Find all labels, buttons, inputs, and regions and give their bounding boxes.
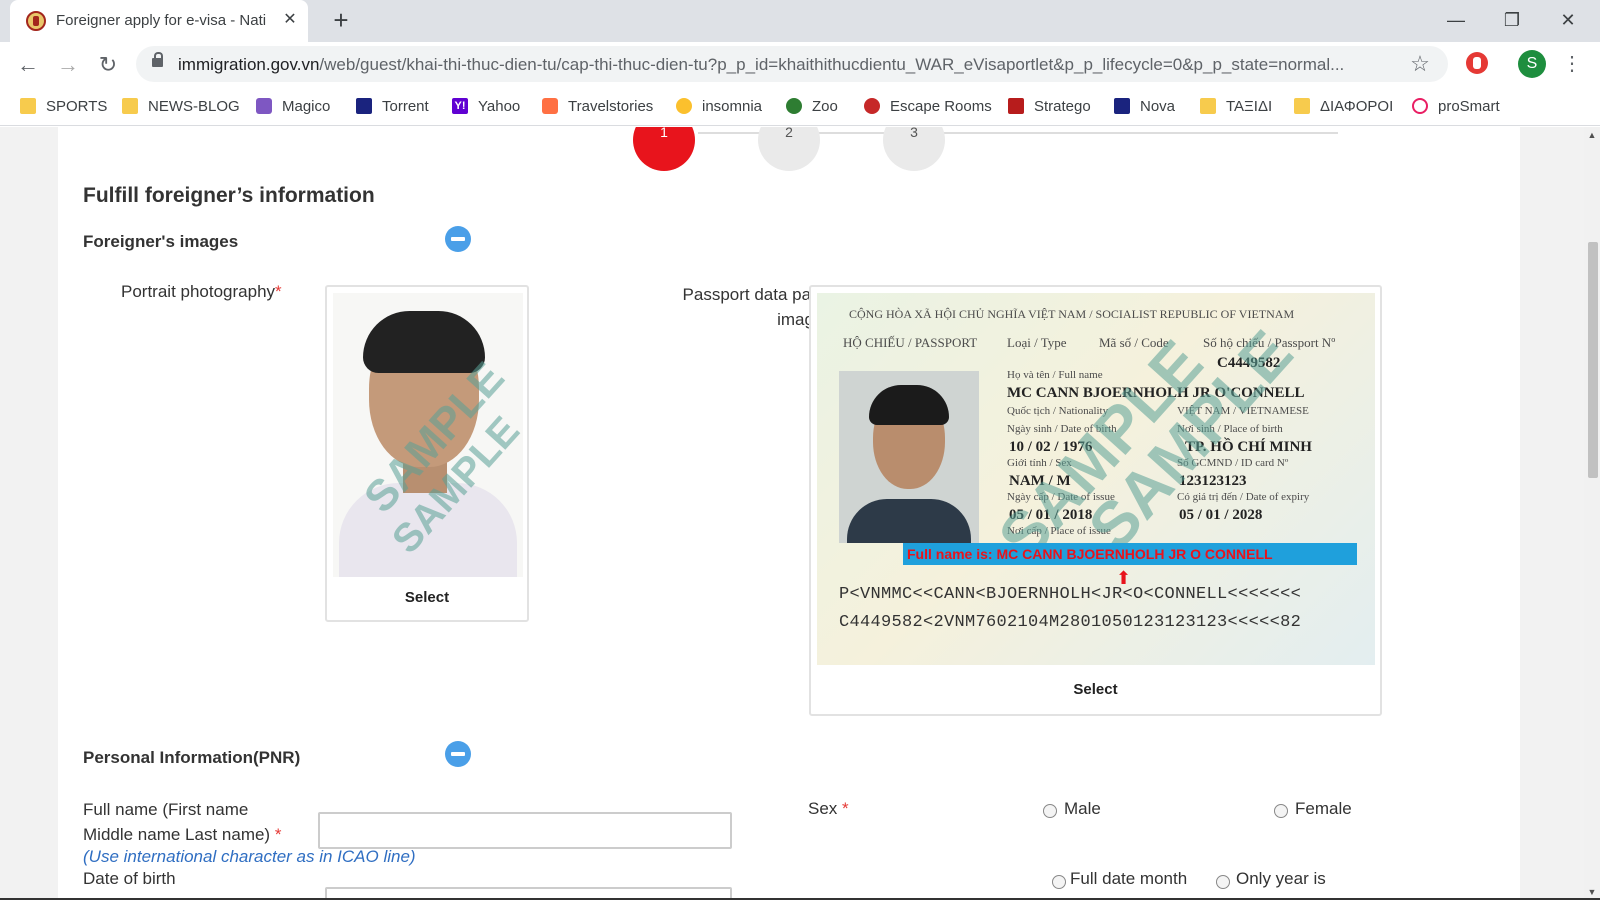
address-bar[interactable]: immigration.gov.vn/web/guest/khai-thi-th… — [136, 46, 1448, 82]
only-year-label: Only year is — [1236, 869, 1326, 888]
tab-title: Foreigner apply for e-visa - Nati — [56, 12, 267, 29]
bookmark-prosmart[interactable]: proSmart — [1412, 95, 1500, 117]
dob-label: Date of birth — [83, 869, 176, 888]
browser-toolbar: ← → ↻ immigration.gov.vn/web/guest/khai-… — [0, 42, 1600, 86]
bookmark-magico[interactable]: Magico — [256, 95, 330, 117]
bookmark-nova[interactable]: Nova — [1114, 95, 1175, 117]
fullname-label: Full name (First name Middle name Last na… — [83, 800, 282, 844]
escape-icon — [864, 98, 880, 114]
new-tab-button[interactable]: + — [326, 6, 356, 36]
page-title: Fulfill foreigner’s information — [83, 184, 375, 207]
bookmark-taxidi[interactable]: ΤΑΞΙΔΙ — [1200, 95, 1272, 117]
passport-upload[interactable]: CỘNG HÒA XÃ HỘI CHỦ NGHĨA VIỆT NAM / SOC… — [809, 285, 1382, 716]
mrz-line-1: P<VNMMC<<CANN<BJOERNHOLH<JR<O<CONNELL<<<… — [839, 585, 1302, 604]
back-icon[interactable]: ← — [12, 50, 44, 80]
female-label: Female — [1295, 799, 1352, 818]
collapse-images-icon[interactable] — [445, 226, 471, 252]
bookmark-travelstories[interactable]: Travelstories — [542, 95, 653, 117]
portrait-photo: SAMPLE SAMPLE — [333, 293, 523, 577]
prosmart-icon — [1412, 98, 1428, 114]
folder-icon — [122, 98, 138, 114]
male-radio[interactable] — [1043, 804, 1057, 818]
restore-icon[interactable]: ❐ — [1492, 6, 1532, 34]
passport-select-button[interactable]: Select — [811, 681, 1380, 698]
menu-dots-icon[interactable]: ⋮ — [1560, 50, 1584, 78]
portrait-upload[interactable]: SAMPLE SAMPLE Select — [325, 285, 529, 622]
zoo-icon — [786, 98, 802, 114]
fullname-callout: Full name is: MC CANN BJOERNHOLH JR O CO… — [903, 543, 1357, 565]
collapse-personal-icon[interactable] — [445, 741, 471, 767]
images-heading: Foreigner's images — [83, 232, 239, 251]
folder-icon — [1294, 98, 1310, 114]
fullname-hint: (Use international character as in ICAO … — [83, 847, 416, 866]
yahoo-icon: Y! — [452, 98, 468, 114]
forward-icon[interactable]: → — [52, 50, 84, 80]
full-date-radio[interactable] — [1052, 875, 1066, 889]
bookmark-escape-rooms[interactable]: Escape Rooms — [864, 95, 992, 117]
lock-icon — [152, 52, 163, 67]
url-text[interactable]: immigration.gov.vn/web/guest/khai-thi-th… — [178, 55, 1388, 75]
scrollbar-thumb[interactable] — [1588, 242, 1598, 478]
portrait-select-button[interactable]: Select — [327, 589, 527, 606]
bookmark-diaforoi[interactable]: ΔΙΑΦΟΡΟΙ — [1294, 95, 1393, 117]
bookmark-star-icon[interactable]: ☆ — [1406, 50, 1434, 78]
bookmarks-bar: SPORTS NEWS-BLOG Magico Torrent Y! Yahoo … — [0, 86, 1600, 126]
fullname-input[interactable] — [318, 812, 732, 849]
tab-strip: Foreigner apply for e-visa - Nati ✕ + — … — [0, 0, 1600, 42]
minimize-icon[interactable]: — — [1436, 6, 1476, 34]
personal-info-heading: Personal Information(PNR) — [83, 748, 301, 767]
bookmark-yahoo[interactable]: Y! Yahoo — [452, 95, 520, 117]
stratego-icon — [1008, 98, 1024, 114]
profile-avatar[interactable]: S — [1518, 50, 1546, 78]
male-label: Male — [1064, 799, 1101, 818]
page-scrollbar[interactable]: ▲ ▼ — [1584, 127, 1600, 900]
scroll-up-icon[interactable]: ▲ — [1584, 127, 1600, 143]
only-year-radio[interactable] — [1216, 875, 1230, 889]
close-window-icon[interactable]: ✕ — [1548, 6, 1588, 34]
bookmark-torrent[interactable]: Torrent — [356, 95, 429, 117]
bookmark-insomnia[interactable]: insomnia — [676, 95, 762, 117]
bookmark-zoo[interactable]: Zoo — [786, 95, 838, 117]
nova-icon — [1114, 98, 1130, 114]
sex-label: Sex * — [808, 799, 849, 818]
close-tab-icon[interactable]: ✕ — [280, 9, 300, 31]
passport-photo — [839, 371, 979, 543]
portrait-label: Portrait photography* — [121, 282, 282, 301]
browser-tab[interactable]: Foreigner apply for e-visa - Nati ✕ — [10, 0, 308, 42]
full-date-label: Full date month — [1070, 869, 1188, 888]
form-card: 1 2 3 Fulfill foreigner’s information Fo… — [58, 127, 1520, 900]
mrz-line-2: C4449582<2VNM7602104M2801050123123123<<<… — [839, 613, 1302, 632]
step-1[interactable]: 1 — [633, 127, 695, 171]
female-radio[interactable] — [1274, 804, 1288, 818]
folder-icon — [20, 98, 36, 114]
bookmark-news-blog[interactable]: NEWS-BLOG — [122, 95, 240, 117]
reload-icon[interactable]: ↻ — [92, 50, 124, 80]
extension-icon[interactable] — [1466, 52, 1488, 74]
passport-scan: CỘNG HÒA XÃ HỘI CHỦ NGHĨA VIỆT NAM / SOC… — [817, 293, 1375, 665]
torrent-icon — [356, 98, 372, 114]
bookmark-stratego[interactable]: Stratego — [1008, 95, 1091, 117]
step-2[interactable]: 2 — [758, 127, 820, 171]
step-3[interactable]: 3 — [883, 127, 945, 171]
page-viewport: 1 2 3 Fulfill foreigner’s information Fo… — [0, 127, 1584, 900]
passport-label: Passport data pageimage* — [682, 285, 830, 329]
bookmark-sports[interactable]: SPORTS — [20, 95, 107, 117]
plane-icon — [542, 98, 558, 114]
site-favicon-icon — [26, 11, 46, 31]
folder-icon — [1200, 98, 1216, 114]
insomnia-icon — [676, 98, 692, 114]
magico-icon — [256, 98, 272, 114]
